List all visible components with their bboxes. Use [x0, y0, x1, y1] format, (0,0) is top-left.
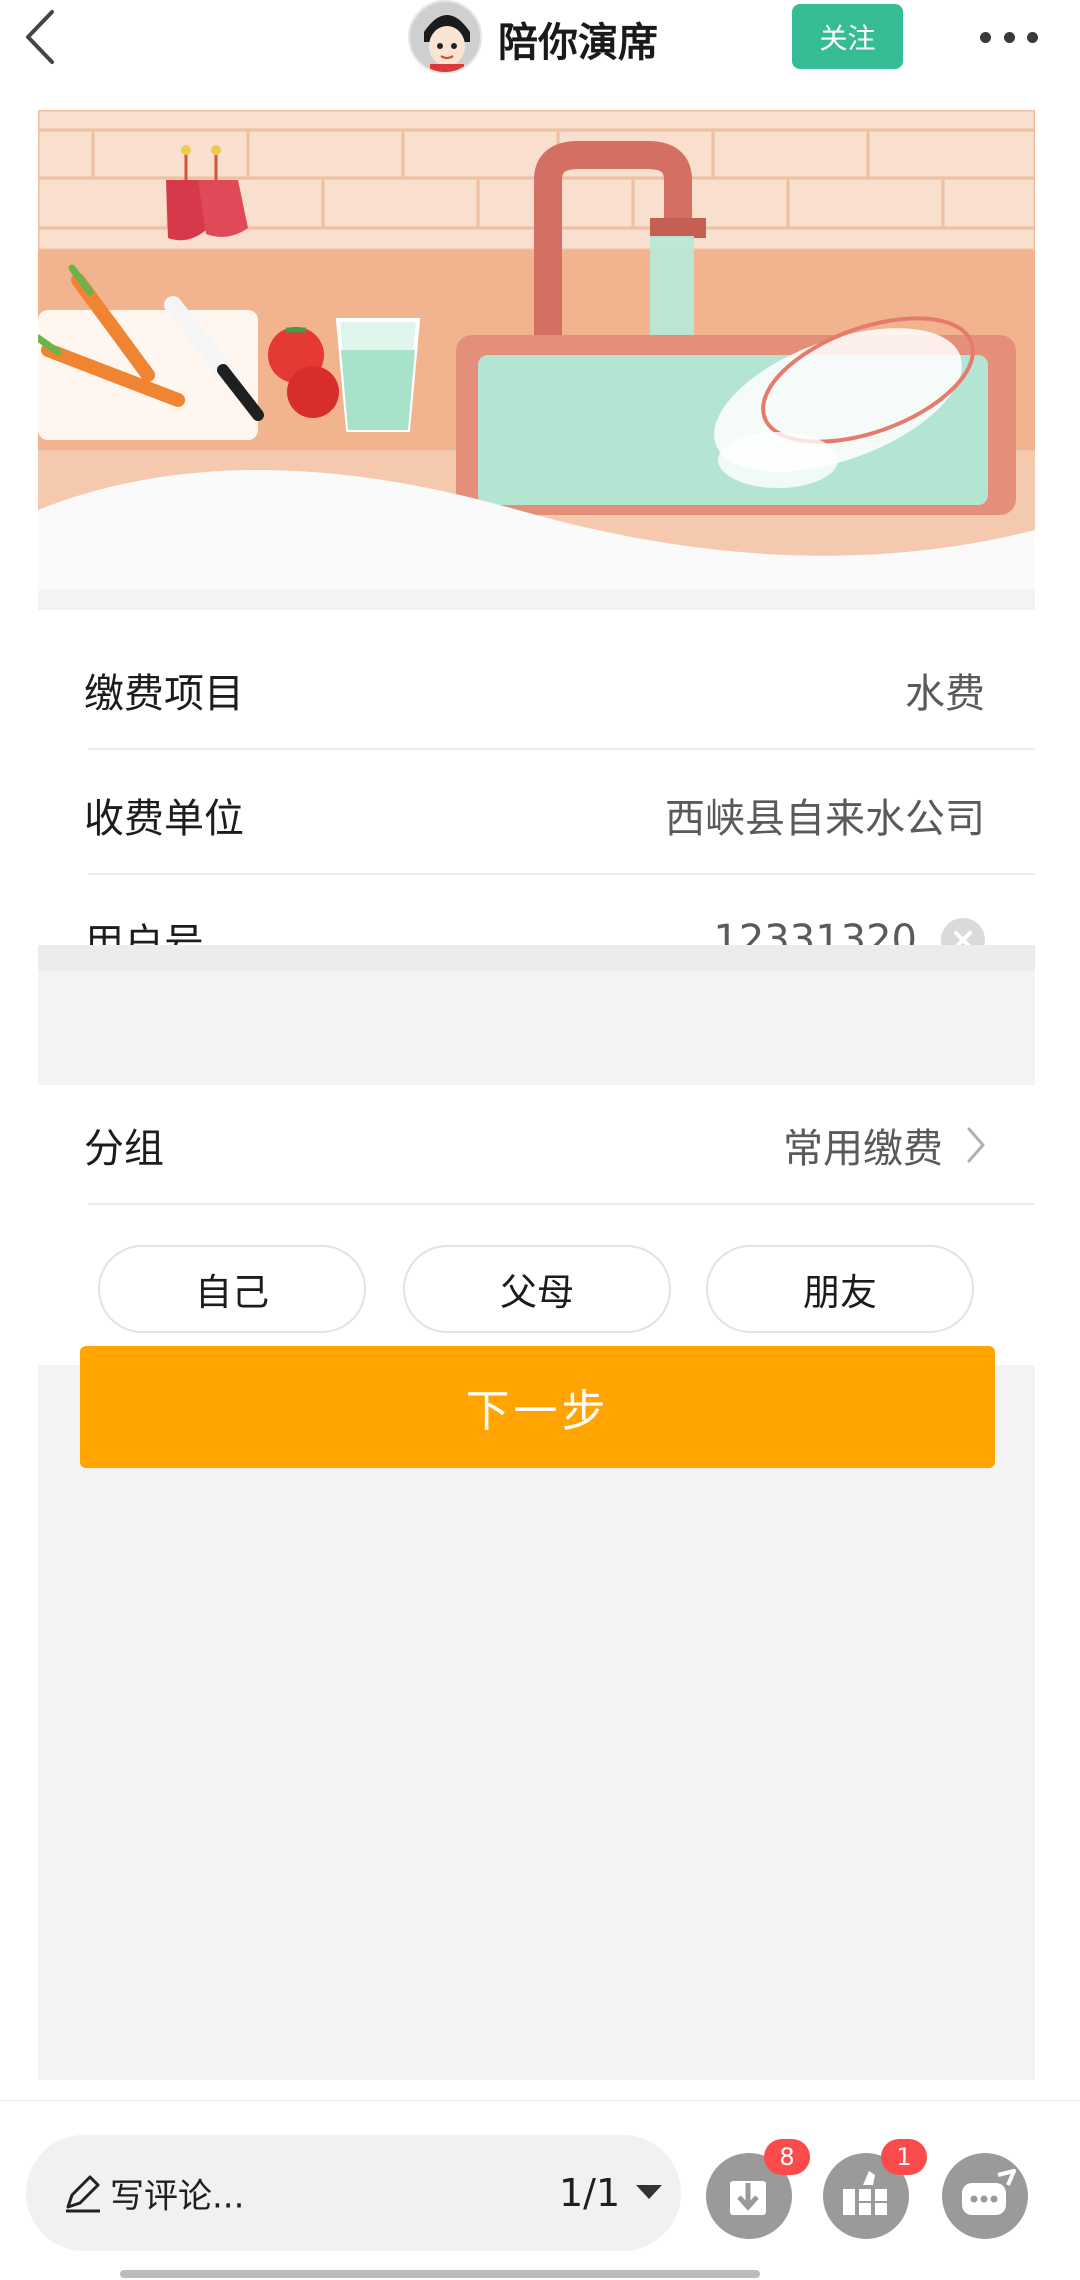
payment-item-row: 缴费项目 水费	[38, 630, 1035, 750]
payment-item-value: 水费	[905, 671, 985, 717]
top-bar: 陪你演席 关注	[0, 0, 1080, 76]
account-row[interactable]: 用户号 12331320	[38, 880, 1035, 1000]
divider	[88, 873, 1035, 875]
caret-down-icon[interactable]	[636, 2185, 662, 2199]
home-indicator	[120, 2270, 760, 2278]
chevron-right-icon	[967, 1127, 985, 1163]
chip-parents[interactable]: 父母	[403, 1245, 671, 1333]
download-button[interactable]: 8	[706, 2139, 810, 2239]
like-button[interactable]: 1	[823, 2139, 927, 2239]
group-value: 常用缴费	[783, 1126, 943, 1172]
more-dot	[1003, 31, 1015, 43]
share-icon	[962, 2169, 1016, 2215]
download-badge: 8	[764, 2139, 810, 2175]
page-indicator[interactable]: 1/1	[559, 2171, 620, 2215]
payee-label: 收费单位	[84, 796, 244, 842]
group-row[interactable]: 分组 常用缴费	[38, 1085, 1035, 1205]
back-arrow-icon	[26, 10, 54, 64]
bottom-action-bar: 写评论... 1/1 8 1	[0, 2100, 1080, 2280]
comment-input[interactable]: 写评论... 1/1	[26, 2135, 681, 2251]
divider	[88, 748, 1035, 750]
kitchen-sink-illustration	[38, 110, 1035, 590]
follow-button[interactable]: 关注	[792, 4, 903, 69]
share-button[interactable]	[942, 2153, 1028, 2239]
chip-self[interactable]: 自己	[98, 1245, 366, 1333]
payee-row: 收费单位 西峡县自来水公司	[38, 755, 1035, 875]
more-dot	[1027, 31, 1038, 43]
payee-value: 西峡县自来水公司	[665, 796, 985, 842]
chip-friends[interactable]: 朋友	[706, 1245, 974, 1333]
group-chips: 自己 父母 朋友	[38, 1205, 1035, 1365]
pencil-icon	[66, 2175, 100, 2213]
more-button[interactable]	[970, 14, 1048, 60]
comment-placeholder: 写评论...	[110, 2176, 245, 2217]
avatar-icon	[410, 2, 480, 72]
like-badge: 1	[881, 2139, 927, 2175]
section-gap	[38, 945, 1035, 971]
back-button[interactable]	[18, 6, 64, 68]
payment-item-label: 缴费项目	[84, 671, 244, 717]
group-label: 分组	[84, 1126, 164, 1172]
more-dot	[980, 31, 991, 43]
avatar[interactable]	[408, 0, 482, 74]
article-image: 缴费项目 水费 收费单位 西峡县自来水公司 用户号 12331320 分组 常用…	[38, 110, 1035, 2080]
account-name: 陪你演席	[498, 20, 658, 66]
next-step-button[interactable]: 下一步	[80, 1346, 995, 1468]
